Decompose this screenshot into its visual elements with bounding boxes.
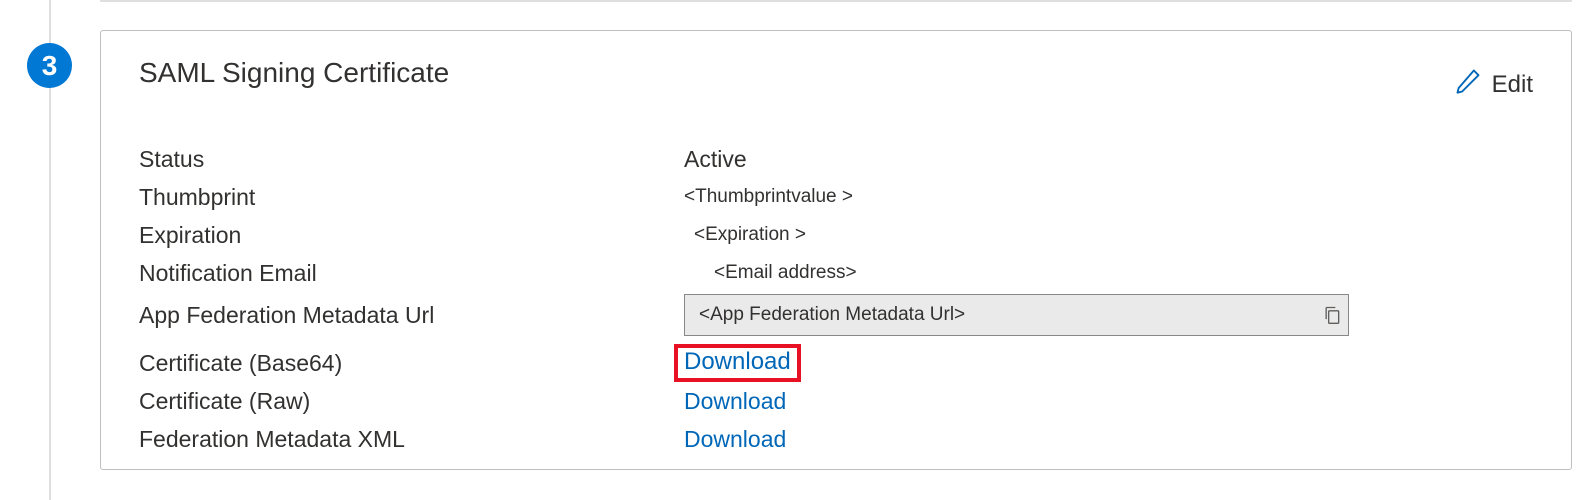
download-cert-raw-link[interactable]: Download bbox=[684, 388, 786, 415]
card-header: SAML Signing Certificate Edit bbox=[139, 57, 1533, 102]
value-status: Active bbox=[684, 146, 747, 173]
row-thumbprint: Thumbprint <Thumbprintvalue > bbox=[139, 178, 1533, 216]
row-fed-xml: Federation Metadata XML Download bbox=[139, 420, 1533, 458]
card-title: SAML Signing Certificate bbox=[139, 57, 449, 89]
label-thumbprint: Thumbprint bbox=[139, 184, 684, 211]
row-status: Status Active bbox=[139, 140, 1533, 178]
previous-section-divider bbox=[100, 0, 1572, 2]
download-fed-xml-link[interactable]: Download bbox=[684, 426, 786, 453]
highlight-download-base64: Download bbox=[674, 344, 801, 382]
row-cert-base64: Certificate (Base64) Download bbox=[139, 344, 1533, 382]
copy-icon[interactable] bbox=[1320, 303, 1344, 327]
edit-label: Edit bbox=[1492, 71, 1533, 99]
label-cert-raw: Certificate (Raw) bbox=[139, 388, 684, 415]
pencil-icon bbox=[1454, 67, 1482, 102]
row-notification-email: Notification Email <Email address> bbox=[139, 254, 1533, 292]
metadata-url-field[interactable]: <App Federation Metadata Url> bbox=[684, 294, 1349, 336]
row-metadata-url: App Federation Metadata Url <App Federat… bbox=[139, 294, 1533, 336]
label-status: Status bbox=[139, 146, 684, 173]
label-cert-base64: Certificate (Base64) bbox=[139, 350, 684, 377]
label-notification-email: Notification Email bbox=[139, 260, 684, 287]
value-thumbprint: <Thumbprintvalue > bbox=[684, 186, 853, 208]
download-cert-base64-link[interactable]: Download bbox=[684, 348, 791, 376]
label-expiration: Expiration bbox=[139, 222, 684, 249]
step-number-badge: 3 bbox=[27, 43, 72, 88]
value-notification-email: <Email address> bbox=[714, 262, 857, 284]
value-expiration: <Expiration > bbox=[694, 224, 806, 246]
row-cert-raw: Certificate (Raw) Download bbox=[139, 382, 1533, 420]
row-expiration: Expiration <Expiration > bbox=[139, 216, 1533, 254]
saml-signing-certificate-card: SAML Signing Certificate Edit Status Act… bbox=[100, 30, 1572, 470]
edit-button[interactable]: Edit bbox=[1454, 67, 1533, 102]
fields-container: Status Active Thumbprint <Thumbprintvalu… bbox=[139, 140, 1533, 458]
metadata-url-value: <App Federation Metadata Url> bbox=[699, 304, 1320, 326]
step-number: 3 bbox=[42, 50, 58, 82]
label-metadata-url: App Federation Metadata Url bbox=[139, 302, 684, 329]
label-fed-xml: Federation Metadata XML bbox=[139, 426, 684, 453]
